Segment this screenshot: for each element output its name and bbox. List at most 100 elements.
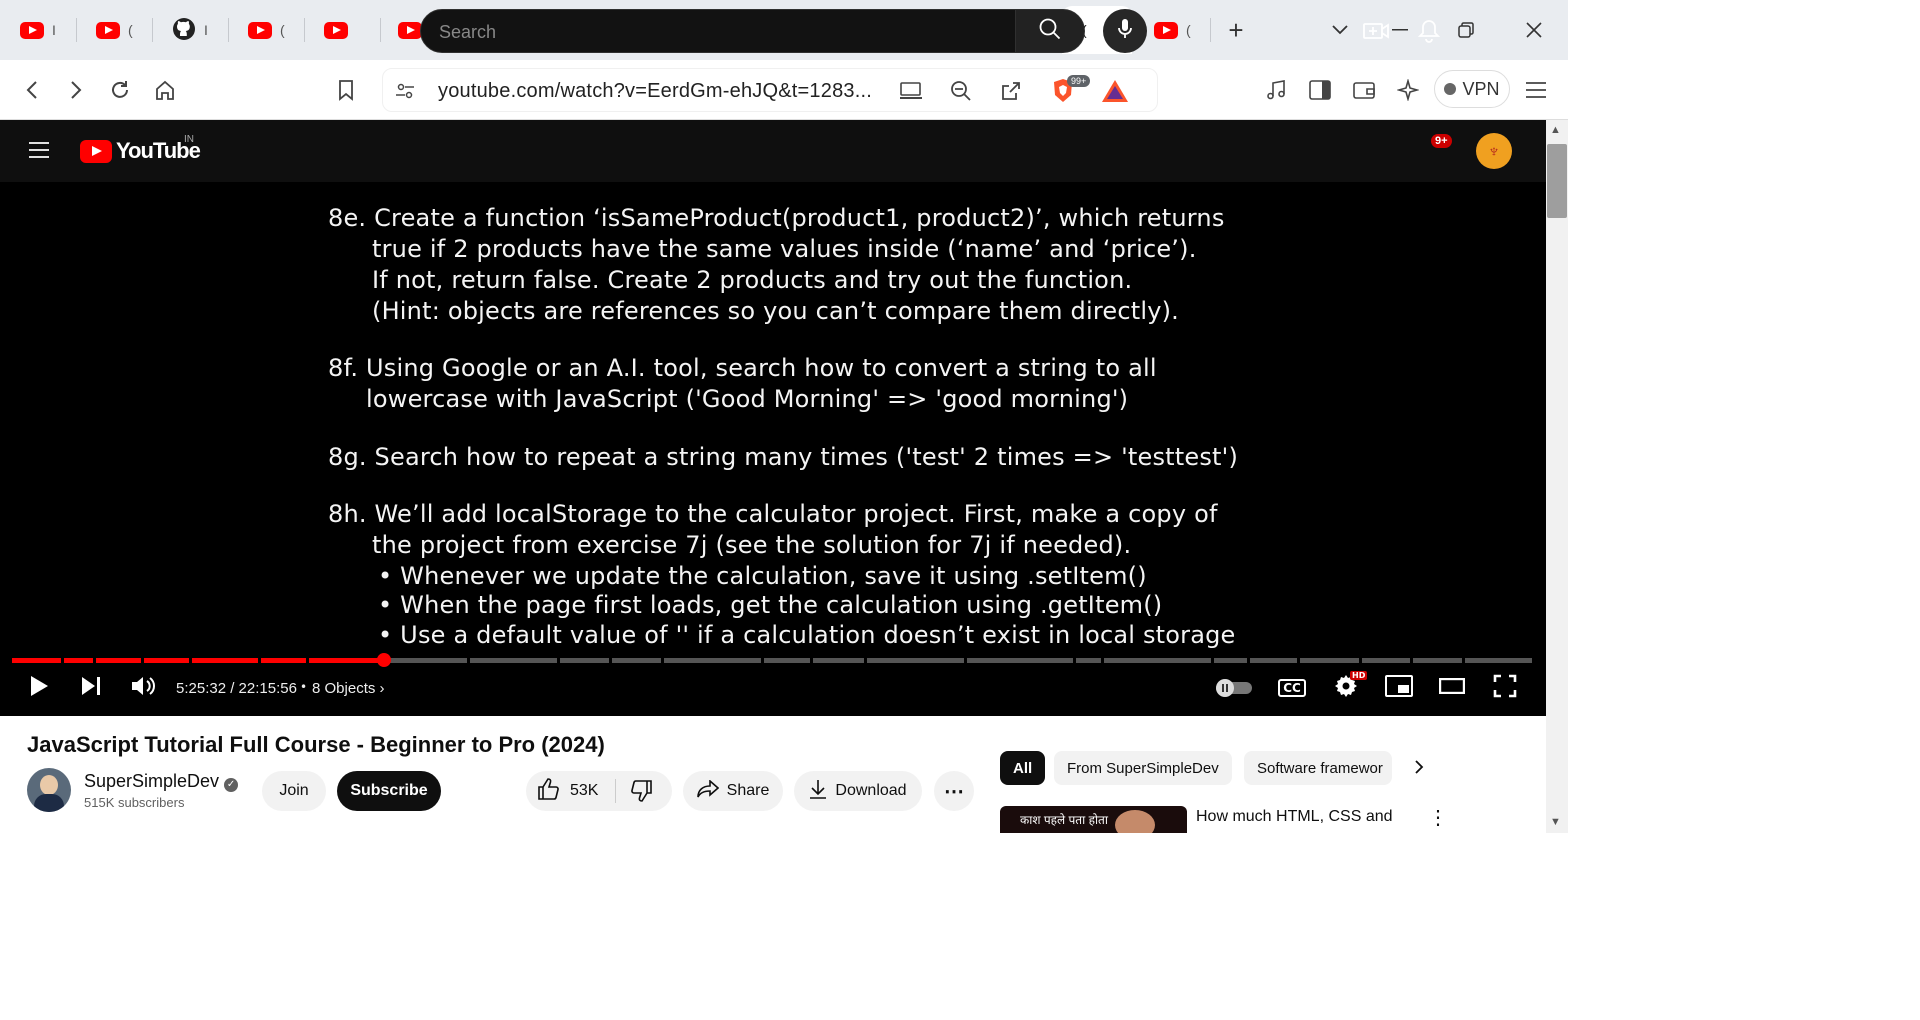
subtitles-button[interactable]: CC [1276, 672, 1308, 704]
theater-icon [1438, 677, 1466, 698]
site-settings-icon[interactable] [391, 77, 419, 105]
chapter-marker [306, 658, 309, 663]
subscribe-button[interactable]: Subscribe [337, 771, 441, 811]
back-button[interactable] [14, 72, 50, 108]
slide-text-line: 8h. We’ll add localStorage to the calcul… [328, 500, 1218, 528]
guide-menu-icon[interactable] [28, 141, 50, 164]
chips-next-button[interactable] [1404, 755, 1434, 783]
restore-button[interactable] [1448, 12, 1484, 48]
slide-text-line: true if 2 products have the same values … [372, 235, 1197, 263]
youtube-icon [324, 21, 348, 39]
miniplayer-button[interactable] [1382, 672, 1416, 704]
autoplay-toggle[interactable] [1214, 672, 1254, 704]
browser-tab[interactable]: ( [228, 6, 285, 54]
recommended-video-thumbnail[interactable]: काश पहले पता होता [1000, 806, 1187, 833]
chapter-title-button[interactable]: 8 Objects › [312, 680, 385, 697]
mic-icon [1117, 18, 1133, 45]
slide-text-line: the project from exercise 7j (see the so… [372, 531, 1132, 559]
share-page-icon[interactable] [997, 77, 1025, 105]
like-button[interactable]: 53K [538, 777, 598, 805]
chapter-marker [189, 658, 192, 663]
filter-chip-all[interactable]: All [1000, 751, 1046, 785]
thumbs-down-icon [630, 780, 652, 806]
join-button[interactable]: Join [262, 771, 326, 811]
wallet-icon[interactable] [1346, 72, 1382, 108]
channel-avatar[interactable] [27, 768, 71, 812]
leo-ai-icon[interactable] [1390, 72, 1426, 108]
chapter-marker [609, 658, 612, 663]
cast-icon[interactable] [897, 77, 925, 105]
scrollbar-thumb[interactable] [1547, 144, 1567, 218]
verified-check-icon: ✓ [224, 778, 239, 792]
brave-rewards-icon[interactable] [1101, 77, 1129, 105]
theater-mode-button[interactable] [1436, 672, 1468, 704]
youtube-icon [398, 21, 422, 39]
filter-chip-topic[interactable]: Software framewor [1244, 751, 1392, 785]
share-button[interactable]: Share [683, 771, 783, 811]
create-video-icon[interactable] [1359, 14, 1393, 48]
search-input[interactable]: Search [420, 9, 1016, 53]
youtube-icon [1154, 21, 1178, 39]
browser-tab[interactable]: ( [76, 6, 133, 54]
recommended-video-menu-icon[interactable]: ⋮ [1428, 805, 1448, 830]
vpn-status-icon [1444, 83, 1457, 95]
vpn-button[interactable]: VPN [1434, 70, 1510, 108]
browser-tab[interactable]: I [0, 6, 56, 54]
sidebar-icon[interactable] [1302, 72, 1338, 108]
download-button[interactable]: Download [794, 771, 922, 811]
reload-button[interactable] [102, 72, 138, 108]
tab-search-chevron-icon[interactable] [1322, 12, 1358, 48]
next-video-button[interactable] [76, 672, 106, 704]
thumbnail-person [1115, 810, 1155, 833]
browser-tab[interactable] [304, 6, 356, 54]
page-scrollbar[interactable] [1546, 120, 1568, 833]
time-separator: • [300, 680, 308, 694]
scroll-up-arrow-icon[interactable]: ▲ [1550, 124, 1561, 136]
slide-text-line: 8f. Using Google or an A.I. tool, search… [328, 354, 1157, 382]
miniplayer-icon [1385, 675, 1413, 701]
recommended-video-title[interactable]: How much HTML, CSS and [1196, 808, 1393, 826]
video-player[interactable]: 8e. Create a function ‘isSameProduct(pro… [0, 182, 1546, 716]
channel-name[interactable]: SuperSimpleDev ✓ [84, 771, 239, 792]
search-icon [1038, 17, 1062, 46]
search-button[interactable] [1015, 9, 1085, 53]
youtube-play-logo-icon [80, 139, 112, 163]
voice-search-button[interactable] [1103, 9, 1147, 53]
browser-tab[interactable]: I [152, 6, 208, 54]
forward-button[interactable] [58, 72, 94, 108]
dislike-button[interactable] [630, 780, 652, 807]
slide-text-line: 8e. Create a function ‘isSameProduct(pro… [328, 204, 1225, 232]
like-dislike-group: 53K [526, 771, 672, 811]
bookmark-icon[interactable] [328, 72, 364, 108]
mute-button[interactable] [128, 672, 160, 704]
fullscreen-button[interactable] [1488, 672, 1522, 704]
chapter-marker [1247, 658, 1250, 663]
notifications-badge: 9+ [1431, 134, 1452, 148]
youtube-icon [96, 21, 120, 39]
home-button[interactable] [147, 72, 183, 108]
chevron-right-icon: › [379, 680, 385, 697]
menu-hamburger-icon[interactable] [1518, 72, 1554, 108]
notifications-bell-icon[interactable] [1412, 14, 1446, 48]
play-button[interactable] [22, 672, 56, 704]
media-icon[interactable] [1258, 72, 1294, 108]
progress-bar-played [12, 658, 384, 663]
chapter-marker [1359, 658, 1362, 663]
address-bar[interactable]: youtube.com/watch?v=EerdGm-ehJQ&t=1283..… [382, 68, 1158, 112]
slide-text-line: lowercase with JavaScript ('Good Morning… [366, 385, 1129, 413]
zoom-out-icon[interactable] [947, 77, 975, 105]
chapter-marker [93, 658, 96, 663]
slide-text-line: If not, return false. Create 2 products … [372, 266, 1133, 294]
url-text[interactable]: youtube.com/watch?v=EerdGm-ehJQ&t=1283..… [438, 80, 872, 103]
close-window-button[interactable] [1516, 12, 1552, 48]
filter-chip-channel[interactable]: From SuperSimpleDev [1054, 751, 1232, 785]
scrubber-handle[interactable] [377, 653, 391, 667]
youtube-icon [20, 21, 44, 39]
chevron-right-icon [1414, 759, 1424, 780]
new-tab-button[interactable]: + [1218, 12, 1254, 48]
youtube-icon [248, 21, 272, 39]
scroll-down-arrow-icon[interactable]: ▼ [1550, 816, 1561, 828]
more-actions-button[interactable]: ⋯ [934, 771, 974, 811]
account-avatar[interactable]: ♆ [1476, 133, 1512, 169]
youtube-logo[interactable]: YouTube IN [80, 134, 201, 164]
